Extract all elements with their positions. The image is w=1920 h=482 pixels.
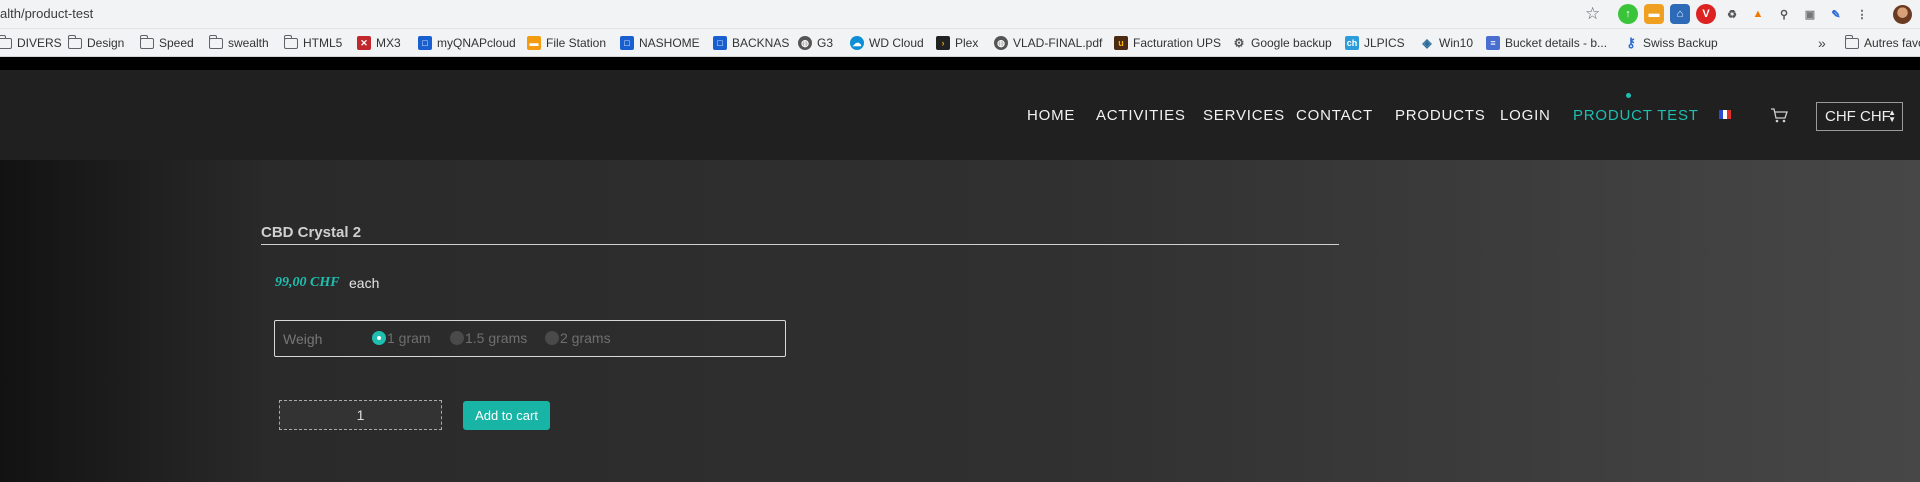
extension-green-icon[interactable]: ↑ (1618, 4, 1638, 24)
other-bookmarks[interactable]: Autres favoris (1844, 29, 1920, 57)
add-to-cart-button[interactable]: Add to cart (463, 401, 550, 430)
menu-dots-icon[interactable]: ⋮ (1852, 4, 1872, 24)
site-navbar: HOME ACTIVITIES SERVICES CONTACT PRODUCT… (0, 70, 1920, 160)
nav-products[interactable]: PRODUCTS (1395, 107, 1486, 124)
nav-login[interactable]: LOGIN (1500, 107, 1551, 124)
bookmark-item[interactable]: u Facturation UPS (1114, 29, 1221, 57)
bookmark-item[interactable]: ≡ Bucket details - b... (1486, 29, 1607, 57)
pin-icon[interactable]: ⚲ (1774, 4, 1794, 24)
folder-icon (0, 34, 12, 49)
site-top-strip (0, 57, 1920, 70)
qnap-icon: □ (713, 36, 727, 50)
tab-icon[interactable]: ▣ (1800, 4, 1820, 24)
wd-cloud-icon: ☁ (850, 36, 864, 50)
active-indicator-dot (1626, 93, 1631, 98)
bookmark-item[interactable]: HTML5 (283, 29, 342, 57)
bucket-icon: ≡ (1486, 36, 1500, 50)
bookmark-item[interactable]: ☁ WD Cloud (850, 29, 924, 57)
currency-select[interactable]: CHF CHF ▲ ▼ (1816, 102, 1903, 131)
radio-unselected-icon (545, 331, 559, 345)
bookmark-item[interactable]: › Plex (936, 29, 978, 57)
product-title: CBD Crystal 2 (261, 224, 362, 241)
product-price: 99,00 CHF (275, 275, 340, 290)
bookmark-item[interactable]: DIVERS (0, 29, 62, 57)
radio-selected-icon (372, 331, 386, 345)
mx3-icon: ✕ (357, 36, 371, 50)
bookmark-item[interactable]: ◈ Win10 (1420, 29, 1473, 57)
vlc-icon[interactable]: ▲ (1748, 4, 1768, 24)
extension-icons: ↑ ▬ ⌂ V ♻ ▲ ⚲ ▣ ✎ ⋮ (1618, 4, 1872, 24)
bookmark-item[interactable]: Design (67, 29, 124, 57)
key-icon: ⚷ (1626, 35, 1636, 50)
address-bar: alth/product-test ☆ ↑ ▬ ⌂ V ♻ ▲ ⚲ ▣ ✎ ⋮ (0, 0, 1920, 29)
globe-icon: ◍ (798, 36, 812, 50)
bookmark-item[interactable]: ◍ G3 (798, 29, 833, 57)
weigh-options-box: Weigh 1 gram 1.5 grams 2 grams (274, 320, 786, 357)
ups-icon: u (1114, 36, 1128, 50)
french-flag-icon[interactable] (1719, 110, 1731, 119)
bookmark-item[interactable]: □ myQNAPcloud (418, 29, 516, 57)
extension-red-icon[interactable]: V (1696, 4, 1716, 24)
bookmark-item[interactable]: ◍ VLAD-FINAL.pdf (994, 29, 1102, 57)
nav-contact[interactable]: CONTACT (1296, 107, 1373, 124)
nav-product-test[interactable]: PRODUCT TEST (1573, 107, 1699, 124)
nav-home[interactable]: HOME (1027, 107, 1075, 124)
quantity-input[interactable]: 1 (279, 400, 442, 430)
folder-icon (139, 34, 154, 49)
pen-icon[interactable]: ✎ (1826, 4, 1846, 24)
bookmark-item[interactable]: ch JLPICS (1345, 29, 1405, 57)
weigh-option-radio[interactable]: 1.5 grams (450, 330, 527, 346)
extension-orange-icon[interactable]: ▬ (1644, 4, 1664, 24)
bookmark-item[interactable]: ⚷ Swiss Backup (1624, 29, 1717, 57)
bookmark-item[interactable]: Speed (139, 29, 194, 57)
gear-icon: ⚙ (1233, 36, 1245, 50)
bookmark-item[interactable]: □ BACKNAS (713, 29, 789, 57)
ch-icon: ch (1345, 36, 1359, 50)
globe-icon: ◍ (994, 36, 1008, 50)
folder-icon (283, 34, 298, 49)
bookmark-item[interactable]: ⚙ Google backup (1232, 29, 1332, 57)
extension-blue-icon[interactable]: ⌂ (1670, 4, 1690, 24)
weigh-option-radio[interactable]: 1 gram (372, 330, 431, 346)
plex-icon: › (936, 36, 950, 50)
nav-activities[interactable]: ACTIVITIES (1096, 107, 1186, 124)
folder-icon (1844, 34, 1859, 49)
folder-icon (208, 34, 223, 49)
folder-icon (67, 34, 82, 49)
radio-unselected-icon (450, 331, 464, 345)
bookmark-item[interactable]: ✕ MX3 (357, 29, 401, 57)
bookmarks-bar: DIVERS Design Speed swealth HTML5 ✕ MX3 □… (0, 29, 1920, 57)
qnap-icon: □ (620, 36, 634, 50)
nav-services[interactable]: SERVICES (1203, 107, 1285, 124)
weigh-option-radio[interactable]: 2 grams (545, 330, 611, 346)
bookmark-item[interactable]: swealth (208, 29, 269, 57)
qnap-icon: □ (418, 36, 432, 50)
file-station-icon: ▬ (527, 36, 541, 50)
weigh-label: Weigh (283, 331, 323, 347)
bookmark-item[interactable]: ▬ File Station (527, 29, 606, 57)
title-divider (261, 244, 1339, 245)
price-unit: each (349, 275, 380, 291)
bookmark-star-icon[interactable]: ☆ (1585, 5, 1600, 22)
select-arrows-icon: ▲ ▼ (1888, 108, 1896, 124)
profile-avatar[interactable] (1893, 5, 1912, 24)
recycle-icon[interactable]: ♻ (1722, 4, 1742, 24)
cube-icon: ◈ (1422, 36, 1432, 50)
more-bookmarks-chevron-icon[interactable]: » (1818, 35, 1826, 51)
bookmark-item[interactable]: □ NASHOME (620, 29, 700, 57)
cart-icon[interactable] (1770, 107, 1788, 123)
url-field[interactable]: alth/product-test (0, 0, 93, 29)
